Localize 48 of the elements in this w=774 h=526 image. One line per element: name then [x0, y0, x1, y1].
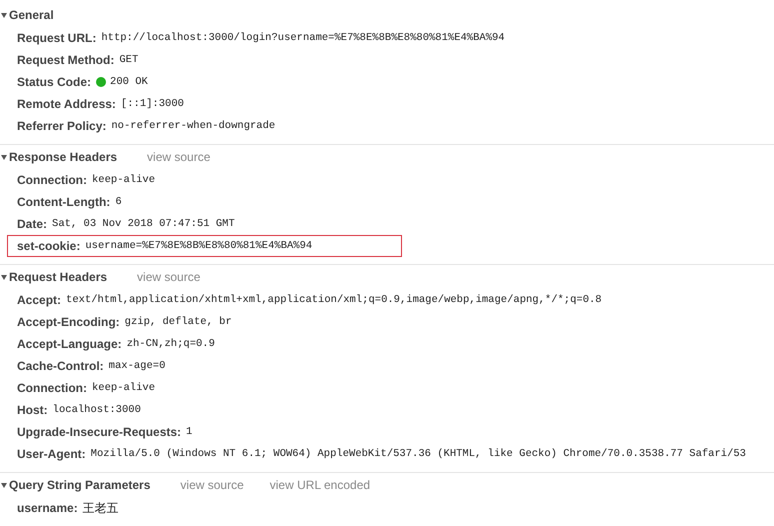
header-value: 6 [115, 196, 122, 208]
header-value: username=%E7%8E%8B%E8%80%81%E4%BA%94 [85, 240, 312, 252]
section-title[interactable]: Request Headers [9, 270, 108, 284]
header-name: Connection: [17, 381, 87, 395]
header-value: max-age=0 [108, 360, 166, 372]
header-name: Request URL: [17, 31, 96, 45]
header-value: GET [119, 54, 138, 66]
header-name: username: [17, 501, 78, 515]
header-name: Content-Length: [17, 195, 110, 209]
header-value: http://localhost:3000/login?username=%E7%8E%8B%E8%80%81%E4%BA%94 [101, 32, 505, 44]
disclosure-triangle-icon[interactable] [1, 154, 7, 160]
view-link[interactable]: view source [137, 270, 200, 284]
view-link[interactable]: view URL encoded [270, 478, 370, 492]
disclosure-triangle-icon[interactable] [1, 274, 7, 280]
header-name: Host: [17, 403, 48, 417]
header-value: localhost:3000 [52, 404, 141, 416]
header-value: 王老五 [82, 500, 119, 516]
header-value: zh-CN,zh;q=0.9 [126, 338, 215, 350]
header-name: Referrer Policy: [17, 119, 106, 133]
disclosure-triangle-icon[interactable] [1, 12, 7, 18]
disclosure-triangle-icon[interactable] [1, 482, 7, 488]
header-value: keep-alive [92, 174, 156, 186]
header-value: Mozilla/5.0 (Windows NT 6.1; WOW64) AppleWebKit/537.36 (KHTML, like Gecko) Chrome/70.0.3538.77 Safari/53 [90, 448, 746, 460]
header-name: User-Agent: [17, 447, 86, 461]
header-value: keep-alive [92, 382, 156, 394]
header-name: Remote Address: [17, 97, 116, 111]
section-title[interactable]: Response Headers [9, 150, 118, 164]
section-title[interactable]: Query String Parameters [9, 478, 150, 492]
header-name: Accept: [17, 293, 62, 307]
header-value: no-referrer-when-downgrade [111, 120, 276, 132]
header-name: Upgrade-Insecure-Requests: [17, 425, 182, 439]
header-name: Connection: [17, 173, 87, 187]
section-title[interactable]: General [9, 8, 54, 22]
header-name: set-cookie: [17, 239, 80, 253]
view-link[interactable]: view source [147, 150, 210, 164]
header-name: Request Method: [17, 53, 114, 67]
header-value: gzip, deflate, br [124, 316, 232, 328]
header-name: Accept-Encoding: [17, 315, 120, 329]
header-value: 1 [186, 426, 192, 438]
view-link[interactable]: view source [180, 478, 244, 492]
header-name: Cache-Control: [17, 359, 104, 373]
header-name: Accept-Language: [17, 337, 122, 351]
header-value: 200 OK [110, 76, 148, 88]
header-value: Sat, 03 Nov 2018 07:47:51 GMT [52, 218, 235, 230]
header-name: Date: [17, 217, 48, 231]
header-name: Status Code: [17, 75, 92, 89]
header-value: [::1]:3000 [120, 98, 184, 110]
header-value: text/html,application/xhtml+xml,application/xml;q=0.9,image/webp,image/apng,*/*;q=0.8 [66, 294, 602, 306]
